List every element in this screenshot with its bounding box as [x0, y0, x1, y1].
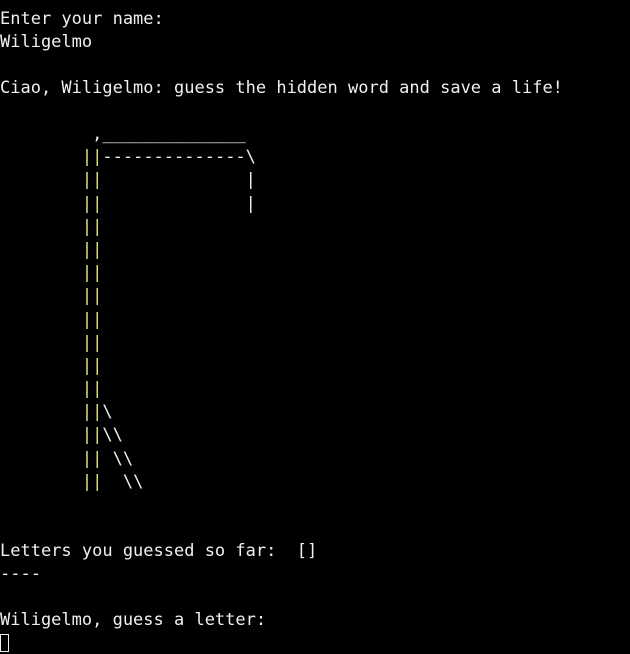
name-input-echo: Wiligelmo — [0, 32, 93, 52]
gallows-row: || — [81, 286, 103, 307]
console-window[interactable]: Enter your name: Wiligelmo Ciao, Wiligel… — [0, 0, 630, 654]
greeting-message: Ciao, Wiligelmo: guess the hidden word a… — [0, 78, 563, 98]
gallows-row: ||\ — [81, 402, 113, 423]
hangman-gallows-art: ,______________ ||--------------\ || | |… — [0, 123, 630, 494]
gallows-row: || \\ — [81, 448, 134, 469]
gallows-row: || — [81, 332, 103, 353]
input-line[interactable] — [0, 632, 630, 654]
name-prompt: Enter your name: — [0, 9, 164, 29]
gallows-row: || | — [81, 170, 256, 191]
guessed-letters-label: Letters you guessed so far: [] — [0, 541, 318, 561]
hidden-word-mask: ---- — [0, 564, 41, 584]
gallows-row: ,______________ — [0, 124, 246, 144]
gallows-row: || — [81, 216, 103, 237]
gallows-row: || — [81, 309, 103, 330]
gallows-row: || — [81, 355, 103, 376]
gallows-row: || — [81, 263, 103, 284]
gallows-row: || — [81, 379, 103, 400]
gallows-row: || | — [81, 193, 256, 214]
gallows-row: || \\ — [81, 471, 144, 492]
gallows-row: ||--------------\ — [81, 147, 256, 168]
letter-prompt: Wiligelmo, guess a letter: — [0, 610, 267, 630]
gallows-row: ||\\ — [81, 425, 123, 446]
text-cursor[interactable] — [0, 634, 9, 652]
gallows-row: || — [81, 239, 103, 260]
